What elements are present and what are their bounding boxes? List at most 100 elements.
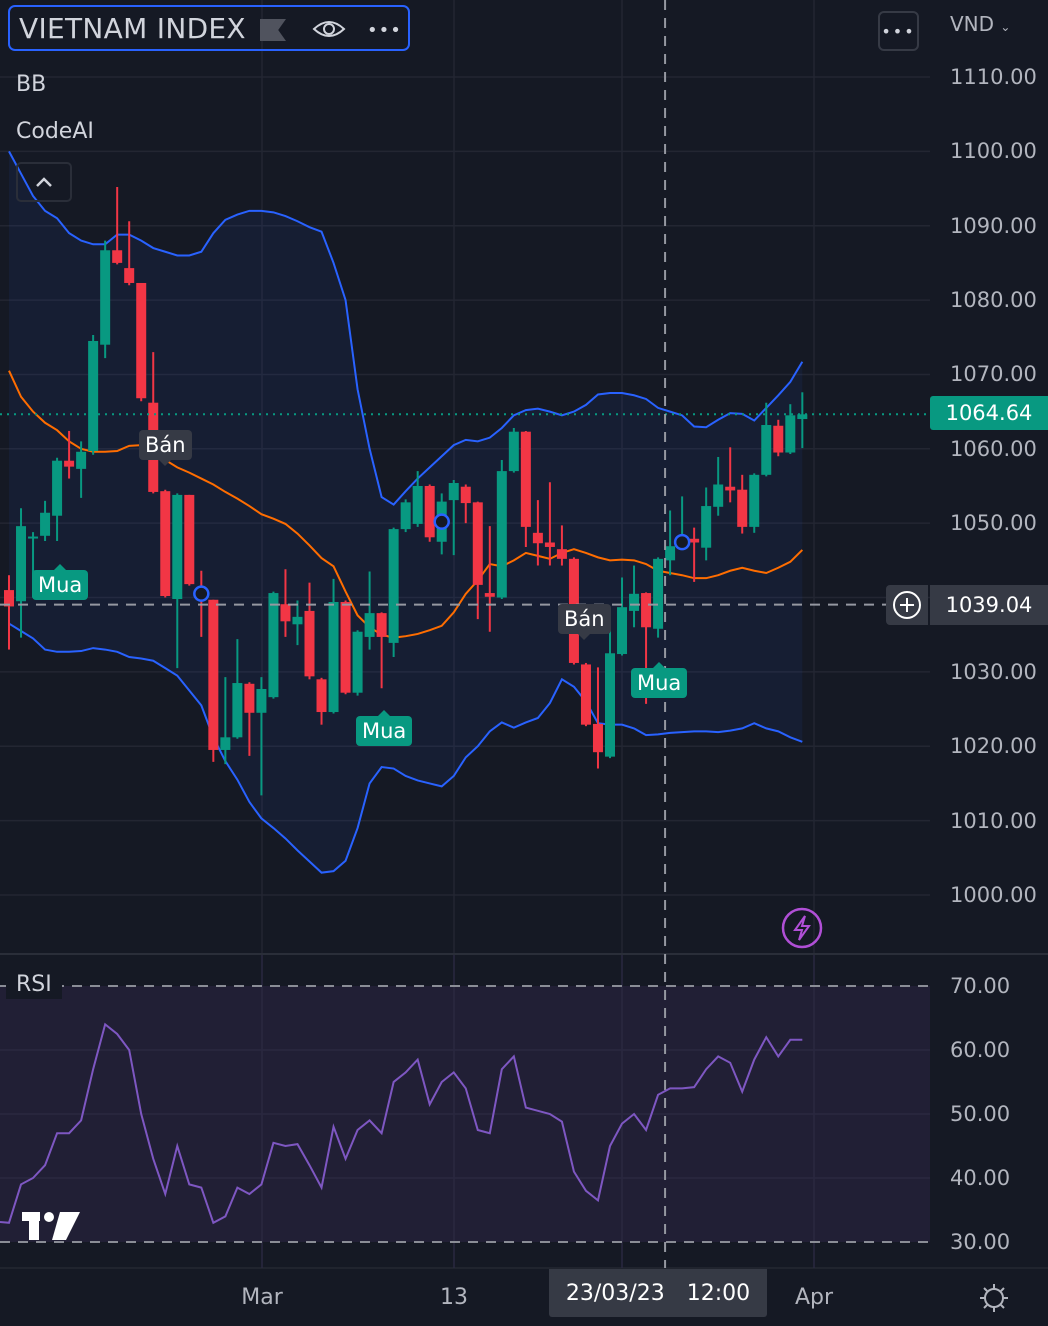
candle xyxy=(100,240,111,359)
candle xyxy=(424,484,435,542)
candle-body xyxy=(701,506,712,548)
price-tick-label: 1060.00 xyxy=(950,436,1037,461)
candle-body xyxy=(508,431,519,472)
lightning-icon[interactable] xyxy=(781,907,823,953)
collapse-legend-button[interactable] xyxy=(16,162,72,202)
candle-body xyxy=(100,250,111,345)
rsi-tick-label: 30.00 xyxy=(950,1230,1011,1254)
currency-selector[interactable]: VND ⌄ xyxy=(950,12,1010,36)
candle-body xyxy=(112,250,123,263)
candle-body xyxy=(364,613,375,637)
candle-body xyxy=(472,502,483,585)
price-tick-label: 1050.00 xyxy=(950,511,1037,536)
candle xyxy=(400,499,411,533)
candle-body xyxy=(773,425,784,453)
candle-body xyxy=(64,460,75,467)
candle-body xyxy=(713,484,724,507)
candle-body xyxy=(592,723,603,753)
buy-signal-label[interactable]: Mua xyxy=(631,662,688,698)
candle-body xyxy=(520,431,531,527)
time-label-apr: Apr xyxy=(794,1285,834,1310)
rsi-legend[interactable]: RSI xyxy=(6,970,62,999)
candle xyxy=(160,489,171,598)
price-tick-label: 1100.00 xyxy=(950,139,1037,164)
symbol-header[interactable]: VIETNAM INDEX ••• xyxy=(8,5,410,51)
candle-body xyxy=(172,494,183,600)
candle-body xyxy=(460,486,471,504)
settings-icon[interactable] xyxy=(978,1282,1010,1318)
chart-more-button[interactable]: ••• xyxy=(878,11,919,51)
symbol-title: VIETNAM INDEX xyxy=(19,11,246,45)
candle-body xyxy=(388,529,399,643)
buy-signal-label[interactable]: Mua xyxy=(32,564,89,600)
candle xyxy=(580,662,591,727)
price-tick-label: 1090.00 xyxy=(950,213,1037,238)
candle-body xyxy=(484,593,495,597)
legend-bb[interactable]: BB xyxy=(16,72,46,97)
rsi-tick-label: 50.00 xyxy=(950,1102,1011,1126)
candle-body xyxy=(124,268,135,283)
price-tick-label: 1110.00 xyxy=(950,65,1037,89)
candle-body xyxy=(292,616,303,625)
candle-body xyxy=(208,599,219,750)
candle-body xyxy=(76,451,87,469)
candle-body xyxy=(268,593,279,698)
candle-body xyxy=(617,607,628,655)
rsi-tick-label: 70.00 xyxy=(950,974,1011,998)
candle-body xyxy=(304,610,315,677)
time-label-mar: Mar xyxy=(241,1285,283,1310)
crosshair-time: 12:00 xyxy=(686,1280,751,1306)
candle-body xyxy=(316,679,327,713)
candle xyxy=(496,459,507,600)
candle-body xyxy=(653,558,664,629)
time-label-13: 13 xyxy=(440,1285,468,1310)
price-tick-label: 1030.00 xyxy=(950,659,1037,684)
candle-body xyxy=(448,483,459,501)
crosshair-time-label: 23/03/23 12:00 xyxy=(549,1269,767,1317)
candle-body xyxy=(761,425,772,475)
add-alert-button[interactable] xyxy=(886,585,928,625)
crosshair-price-label: 1039.04 xyxy=(930,585,1048,625)
candle-body xyxy=(665,546,676,561)
flag-icon[interactable] xyxy=(260,19,286,41)
candle-body xyxy=(400,502,411,530)
candle-body xyxy=(580,664,591,725)
candle-body xyxy=(28,536,39,539)
candle-body xyxy=(220,737,231,750)
price-tick-label: 1080.00 xyxy=(950,288,1037,313)
currency-label: VND xyxy=(950,12,995,36)
plus-circle-icon xyxy=(893,591,921,619)
candle xyxy=(88,335,99,455)
candle xyxy=(653,557,664,638)
sell-signal-label[interactable]: Bán xyxy=(558,604,611,640)
signal-circle xyxy=(673,533,691,551)
candle-body xyxy=(629,593,640,611)
candle-body xyxy=(737,489,748,527)
price-tick-label: 1020.00 xyxy=(950,734,1037,759)
candle-body xyxy=(244,683,255,713)
candle xyxy=(388,527,399,658)
candle-body xyxy=(424,485,435,538)
candle-body xyxy=(352,631,363,693)
crosshair-date: 23/03/23 xyxy=(565,1280,665,1306)
candle-body xyxy=(160,491,171,597)
legend-codeai[interactable]: CodeAI xyxy=(16,119,94,144)
buy-signal-label[interactable]: Mua xyxy=(356,710,413,746)
candle xyxy=(508,427,519,473)
sell-signal-label[interactable]: Bán xyxy=(139,430,192,466)
chart-canvas[interactable] xyxy=(0,0,1048,1326)
eye-icon[interactable] xyxy=(312,15,346,47)
candle-body xyxy=(544,542,555,547)
tradingview-logo[interactable] xyxy=(20,1208,84,1246)
signal-circle xyxy=(193,585,210,602)
candle-body xyxy=(232,683,243,738)
price-tick-label: 1010.00 xyxy=(950,808,1037,833)
candle xyxy=(352,630,363,696)
candle-body xyxy=(532,532,543,544)
chevron-down-icon: ⌄ xyxy=(1000,20,1011,34)
candle-body xyxy=(412,485,423,524)
more-options-icon[interactable]: ••• xyxy=(367,20,402,41)
candle-body xyxy=(328,601,339,713)
candle-body xyxy=(184,494,195,585)
candle-body xyxy=(256,688,267,713)
